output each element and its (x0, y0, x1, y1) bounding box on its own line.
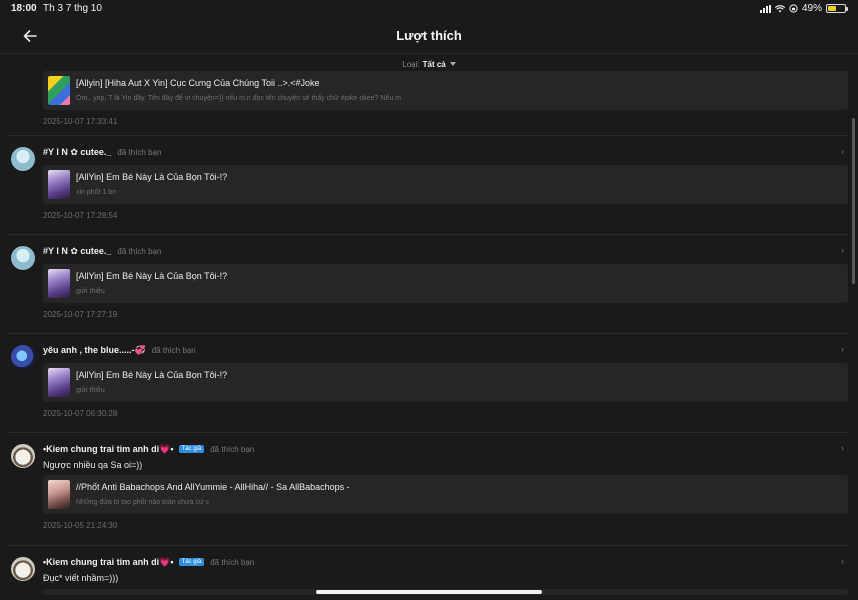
type-filter[interactable]: Loại: Tất cả (0, 60, 858, 69)
page-title: Lượt thích (396, 28, 462, 43)
status-time: 18:00 (11, 3, 37, 14)
user-line: •Kiem chung trai tim anh di💗• Tác giả đã… (43, 554, 848, 570)
battery-fill (828, 6, 836, 11)
status-right: 49% (759, 3, 848, 14)
story-title: //Phốt Anti Babachops And AllYummie - Al… (76, 482, 350, 492)
chevron-right-icon[interactable]: › (841, 245, 844, 255)
chevron-right-icon[interactable]: › (841, 146, 844, 156)
comment-text: Ngược nhiều qa Sa oi=)) (43, 460, 143, 470)
user-line: #Y I N ✿ cutee._ đã thích bạn (43, 144, 848, 160)
user-line: yêu anh , the blue.....-💞 đã thích bạn (43, 342, 848, 358)
story-title: [AllYin] Em Bé Này Là Của Bọn Tôi-!? (76, 172, 228, 182)
story-card[interactable]: [Allyin] [Hiha Aut X Yin] Cục Cưng Của C… (43, 71, 848, 110)
user-line: #Y I N ✿ cutee._ đã thích bạn (43, 243, 848, 259)
timestamp: 2025-10-07 06:30:28 (43, 409, 118, 418)
status-bar: 18:00 Th 3 7 thg 10 49% (0, 0, 858, 18)
filter-value: Tất cả (422, 60, 446, 69)
timestamp: 2025-10-07 17:28:54 (43, 211, 118, 220)
story-thumbnail (48, 269, 70, 298)
orientation-lock-icon (789, 4, 798, 13)
filter-label: Loại: (402, 60, 420, 69)
list-item[interactable]: •Kiem chung trai tim anh di💗• Tác giả đã… (8, 433, 848, 546)
timestamp: 2025-10-07 17:33:41 (43, 117, 118, 126)
action-text: đã thích bạn (210, 557, 255, 567)
caret-down-icon (449, 62, 456, 66)
list-item[interactable]: yêu anh , the blue.....-💞 đã thích bạn ›… (8, 334, 848, 433)
story-card[interactable]: //Phốt Anti Babachops And AllYummie - Al… (43, 475, 848, 514)
username[interactable]: #Y I N ✿ cutee._ (43, 246, 111, 257)
story-thumbnail (48, 480, 70, 509)
chevron-right-icon[interactable]: › (841, 443, 844, 453)
story-card[interactable]: [AllYin] Em Bé Này Là Của Bọn Tôi-!? giớ… (43, 363, 848, 402)
timestamp: 2025-10-07 17:27:19 (43, 310, 118, 319)
story-excerpt: Những đứa bị tao phốt nào toàn chưa cứ c (76, 499, 210, 506)
action-text: đã thích bạn (151, 345, 196, 355)
chevron-right-icon[interactable]: › (841, 556, 844, 566)
header: Lượt thích (0, 18, 858, 54)
author-badge: Tác giả (178, 445, 205, 453)
author-badge: Tác giả (178, 558, 205, 566)
battery-icon (826, 4, 848, 13)
story-excerpt: giới thiệu (76, 387, 105, 394)
likes-feed: [Allyin] [Hiha Aut X Yin] Cục Cưng Của C… (8, 71, 848, 600)
user-line: •Kiem chung trai tim anh di💗• Tác giả đã… (43, 441, 848, 457)
list-item[interactable]: #Y I N ✿ cutee._ đã thích bạn › [AllYin]… (8, 235, 848, 334)
action-text: đã thích bạn (117, 246, 162, 256)
status-date: Th 3 7 thg 10 (43, 3, 102, 14)
header-divider (0, 53, 858, 54)
username[interactable]: •Kiem chung trai tim anh di💗• (43, 444, 174, 455)
username[interactable]: #Y I N ✿ cutee._ (43, 147, 111, 158)
story-title: [Allyin] [Hiha Aut X Yin] Cục Cưng Của C… (76, 78, 320, 88)
story-thumbnail (48, 76, 70, 105)
avatar[interactable] (11, 444, 35, 468)
list-item[interactable]: [Allyin] [Hiha Aut X Yin] Cục Cưng Của C… (8, 71, 848, 136)
list-item[interactable]: #Y I N ✿ cutee._ đã thích bạn › [AllYin]… (8, 136, 848, 235)
wifi-icon (774, 4, 785, 12)
battery-percent: 49% (801, 3, 822, 14)
action-text: đã thích bạn (117, 147, 162, 157)
chevron-right-icon[interactable]: › (841, 344, 844, 354)
avatar[interactable] (11, 147, 35, 171)
story-excerpt: giới thiệu (76, 288, 105, 295)
story-card[interactable]: [AllYin] Em Bé Này Là Của Bọn Tôi-!? xin… (43, 165, 848, 204)
username[interactable]: •Kiem chung trai tim anh di💗• (43, 557, 174, 568)
action-text: đã thích bạn (210, 444, 255, 454)
home-indicator[interactable] (316, 590, 542, 594)
story-card[interactable]: [AllYin] Em Bé Này Là Của Bọn Tôi-!? giớ… (43, 264, 848, 303)
username[interactable]: yêu anh , the blue.....-💞 (43, 345, 146, 356)
scrollbar[interactable] (852, 118, 855, 284)
avatar[interactable] (11, 557, 35, 581)
story-thumbnail (48, 368, 70, 397)
avatar[interactable] (11, 246, 35, 270)
story-thumbnail (48, 170, 70, 199)
story-title: [AllYin] Em Bé Này Là Của Bọn Tôi-!? (76, 271, 228, 281)
story-excerpt: Ôm.. yep, T là Yin đây. Tên đây để vt ch… (76, 95, 401, 102)
avatar[interactable] (11, 345, 35, 369)
story-title: [AllYin] Em Bé Này Là Của Bọn Tôi-!? (76, 370, 228, 380)
comment-text: Đục* viết nhầm=))) (43, 573, 119, 583)
timestamp: 2025-10-05 21:24:30 (43, 521, 118, 530)
story-excerpt: xin phốt 1 bn (76, 189, 117, 196)
cellular-signal-icon (759, 4, 771, 13)
